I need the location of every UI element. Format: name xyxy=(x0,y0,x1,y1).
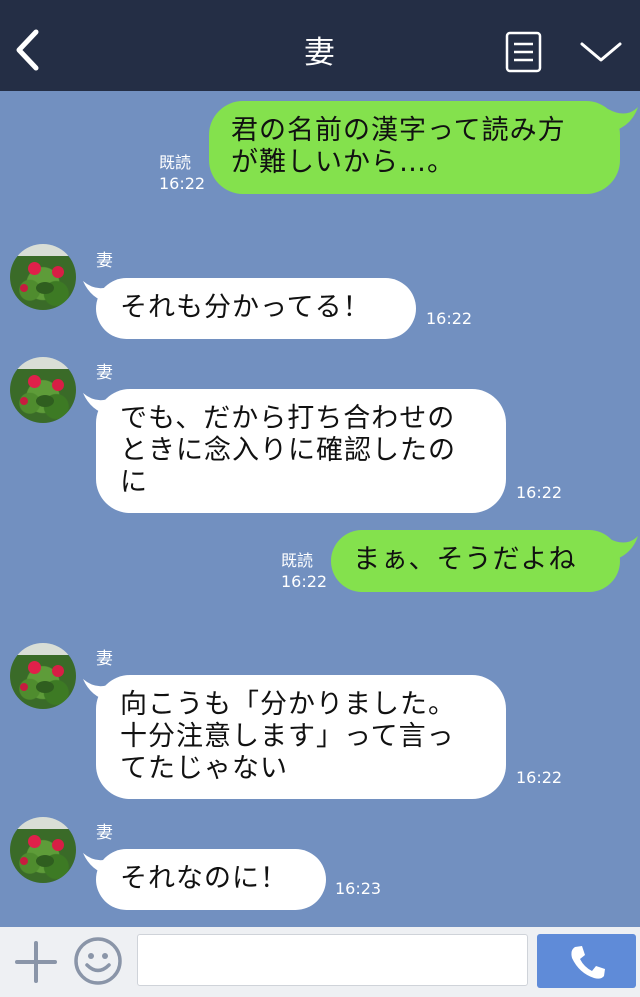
incoming-message-bubble[interactable]: 向こうも「分かりました。 十分注意します」って言っ てたじゃない xyxy=(96,675,506,799)
chat-header: 妻 xyxy=(0,0,640,91)
read-receipt: 既読 xyxy=(281,551,314,570)
outgoing-message-bubble[interactable]: 君の名前の漢字って読み方 が難しいから…。 xyxy=(209,101,620,194)
avatar[interactable] xyxy=(10,244,76,310)
bubble-tail xyxy=(608,107,638,131)
plus-button[interactable] xyxy=(14,940,58,984)
message-meta: 既読 16:22 xyxy=(281,550,327,592)
avatar[interactable] xyxy=(10,643,76,709)
plus-icon xyxy=(15,941,57,983)
menu-button[interactable] xyxy=(578,38,624,66)
avatar[interactable] xyxy=(10,817,76,883)
message-time: 16:22 xyxy=(516,768,563,787)
message-time: 16:22 xyxy=(426,309,473,328)
read-receipt: 既読 xyxy=(159,153,192,172)
incoming-message-bubble[interactable]: でも、だから打ち合わせの ときに念入りに確認したの に xyxy=(96,389,506,513)
message-meta: 既読 16:22 xyxy=(159,152,205,194)
message-time: 16:22 xyxy=(281,572,328,591)
chevron-down-icon xyxy=(580,42,622,62)
smiley-icon xyxy=(74,937,122,985)
message-time: 16:22 xyxy=(516,483,563,502)
sender-name: 妻 xyxy=(96,823,113,843)
call-button[interactable] xyxy=(537,934,636,988)
note-icon xyxy=(505,31,542,73)
incoming-message-bubble[interactable]: それも分かってる！ xyxy=(96,278,416,339)
phone-icon xyxy=(571,946,605,979)
bubble-tail xyxy=(608,536,638,560)
outgoing-message-bubble[interactable]: まぁ、そうだよね xyxy=(331,530,620,592)
sender-name: 妻 xyxy=(96,649,113,669)
chat-area[interactable]: 既読 16:22 君の名前の漢字って読み方 が難しいから…。 妻 それも分かって… xyxy=(0,91,640,927)
avatar[interactable] xyxy=(10,357,76,423)
emoji-button[interactable] xyxy=(73,936,123,986)
sender-name: 妻 xyxy=(96,251,113,271)
message-time: 16:22 xyxy=(159,174,206,193)
message-time: 16:23 xyxy=(335,879,382,898)
chat-title: 妻 xyxy=(304,35,336,71)
message-input[interactable] xyxy=(137,934,528,986)
sender-name: 妻 xyxy=(96,363,113,383)
incoming-message-bubble[interactable]: それなのに！ xyxy=(96,849,326,910)
memo-button[interactable] xyxy=(505,31,543,73)
